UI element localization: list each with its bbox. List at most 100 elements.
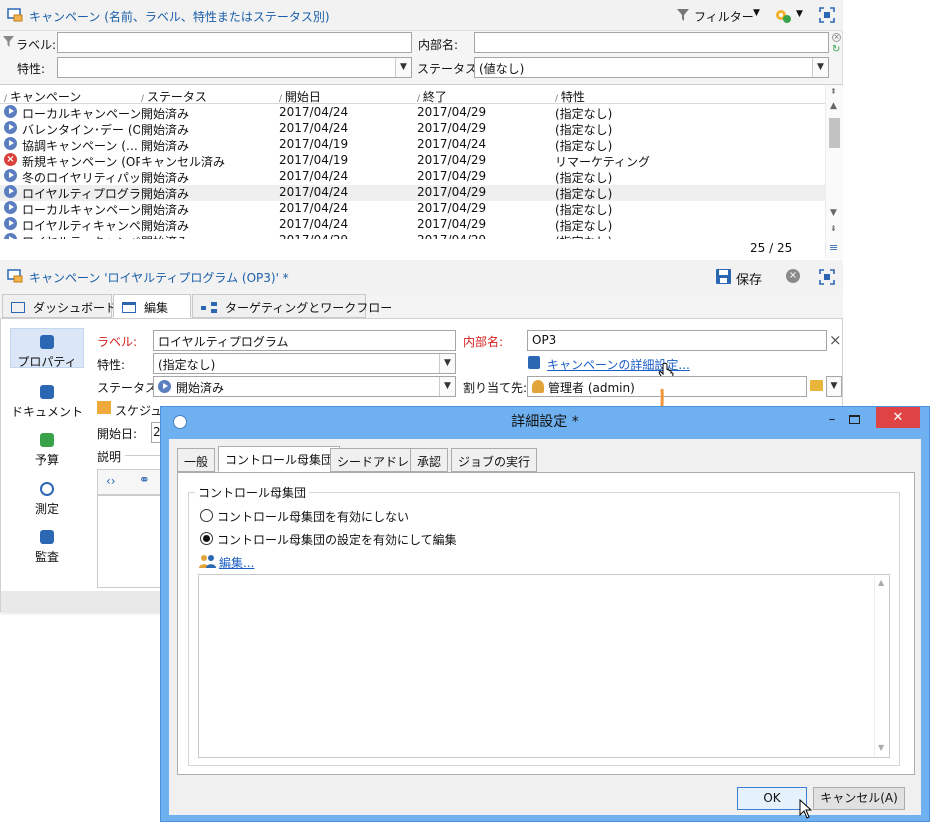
textarea-scrollbar[interactable]: ▲ ▼: [874, 575, 889, 757]
maximize-icon[interactable]: [819, 7, 835, 23]
filter-icon[interactable]: [677, 9, 689, 21]
radio-enable[interactable]: [200, 532, 213, 545]
tab-edit[interactable]: 編集: [113, 294, 191, 318]
cancel-button[interactable]: キャンセル(A): [813, 787, 905, 810]
table-row[interactable]: ロイヤルティプログラム …開始済み 2017/04/24 2017/04/29 (指定…: [0, 185, 825, 201]
dialog-tab-general[interactable]: 一般: [177, 448, 216, 472]
assigned-dropdown[interactable]: ▼: [826, 376, 842, 397]
maximize-icon[interactable]: [819, 269, 835, 285]
user-icon: [532, 380, 544, 393]
cell-nature: (指定なし): [555, 203, 613, 217]
minimize-icon[interactable]: –: [821, 407, 843, 437]
ok-button[interactable]: OK: [737, 787, 807, 810]
clipboard-icon: [528, 356, 540, 369]
table-row[interactable]: × 新規キャンペーン (OP…キャンセル済み 2017/04/19 2017/04/2…: [0, 153, 825, 169]
clear-icon[interactable]: ×: [832, 33, 841, 42]
filter-button[interactable]: フィルター: [694, 8, 754, 25]
campaign-grid: キャンペーン ステータス 開始日 終了 特性 ローカルキャンペーン (…開始済み…: [0, 84, 843, 259]
refresh-icon[interactable]: ↻: [832, 44, 840, 55]
dialog-tab-panel: コントロール母集団 コントロール母集団を有効にしない コントロール母集団の設定を…: [177, 472, 915, 775]
description-label: 説明: [97, 450, 122, 464]
cell-status: 開始済み: [141, 219, 190, 233]
nature-label: 特性:: [97, 358, 126, 372]
radio-disable[interactable]: [200, 509, 213, 522]
scroll-up-icon[interactable]: ▲: [878, 578, 884, 587]
col-start[interactable]: 開始日: [279, 88, 321, 105]
cell-start: 2017/04/24: [279, 185, 349, 199]
play-icon: [4, 137, 17, 150]
status-select[interactable]: (値なし) ▼: [474, 57, 829, 78]
label-input[interactable]: ロイヤルティプログラム: [153, 330, 456, 351]
cell-end: 2017/04/29: [417, 121, 487, 135]
window-maximize-icon[interactable]: [849, 415, 860, 424]
option-disable-label[interactable]: コントロール母集団を有効にしない: [217, 508, 409, 525]
calendar-icon: [97, 401, 111, 414]
col-status[interactable]: ステータス: [141, 88, 207, 105]
cell-campaign: バレンタイン･デー (OP…: [22, 123, 140, 137]
chevron-down-icon: ▼: [812, 58, 828, 77]
table-row[interactable]: 協調キャンペーン (… 開始済み 2017/04/19 2017/04/24 (指定なし…: [0, 137, 825, 153]
play-icon: [4, 233, 17, 239]
cell-nature: (指定なし): [555, 171, 613, 185]
list-menu-icon[interactable]: ≡: [829, 241, 838, 254]
nature-select[interactable]: ▼: [57, 57, 412, 78]
table-row[interactable]: バレンタイン･デー (OP…開始済み 2017/04/24 2017/04/29 (指…: [0, 121, 825, 137]
table-row[interactable]: 冬のロイヤリティパック …開始済み 2017/04/24 2017/04/29 (指定…: [0, 169, 825, 185]
dialog-title: 詳細設定 *: [511, 414, 579, 430]
play-icon: [158, 380, 171, 393]
sidebar-item-documents[interactable]: ドキュメント: [10, 385, 84, 420]
scroll-top-icon[interactable]: ⇞: [830, 87, 837, 96]
col-campaign[interactable]: キャンペーン: [4, 88, 81, 105]
dialog-tab-control-group[interactable]: コントロール母集団: [218, 446, 341, 472]
table-row[interactable]: ローカルキャンペーン (…開始済み 2017/04/24 2017/04/29 (指定…: [0, 201, 825, 217]
nature-select[interactable]: (指定なし) ▼: [153, 353, 456, 374]
cell-campaign: 新規キャンペーン (OP…: [22, 155, 140, 169]
close-icon[interactable]: ×: [786, 269, 800, 283]
internal-name-input[interactable]: [474, 32, 829, 53]
dialog-tab-job-execution[interactable]: ジョブの実行: [451, 448, 538, 472]
dialog-tab-approval[interactable]: 承認: [410, 448, 449, 472]
cell-status: 開始済み: [141, 233, 276, 239]
document-icon: [40, 385, 54, 399]
clear-icon[interactable]: ×: [829, 331, 842, 349]
sidebar-item-properties[interactable]: プロパティ: [10, 328, 84, 369]
dialog-titlebar: 詳細設定 * – ✕: [161, 407, 929, 437]
table-row[interactable]: ロイヤルティキャンペー…開始済み 2017/04/24 2017/04/29 (指定な…: [0, 217, 825, 233]
grid-scrollbar[interactable]: ⇞ ▲ ▼ ⇟ ≡: [825, 85, 843, 259]
table-row[interactable]: ロイヤルティキャンペー…開始済み2017/04/292017/04/29(指定な…: [0, 233, 825, 239]
sidebar-item-audit[interactable]: 監査: [10, 530, 84, 565]
gear-icon[interactable]: [773, 7, 791, 23]
edit-control-group-link[interactable]: 編集...: [219, 554, 254, 571]
sidebar-item-budget[interactable]: 予算: [10, 433, 84, 468]
save-icon[interactable]: [716, 269, 731, 284]
scroll-up-icon[interactable]: ▲: [830, 101, 837, 111]
scroll-thumb[interactable]: [829, 118, 840, 148]
source-code-icon[interactable]: ‹›: [106, 474, 116, 488]
table-row[interactable]: ローカルキャンペーン (…開始済み 2017/04/24 2017/04/29 (指定…: [0, 105, 825, 121]
tab-targeting-workflow[interactable]: ターゲティングとワークフロー: [192, 294, 392, 318]
save-button[interactable]: 保存: [736, 269, 762, 288]
internal-name-label: 内部名:: [418, 38, 459, 52]
control-group-textarea[interactable]: ▲ ▼: [198, 574, 890, 758]
status-select[interactable]: 開始済み ▼: [153, 376, 456, 397]
gear-dropdown-icon[interactable]: ▼: [796, 9, 803, 19]
label-input[interactable]: [57, 32, 412, 53]
binoculars-icon[interactable]: ⚭: [139, 473, 150, 488]
close-icon[interactable]: ✕: [876, 407, 920, 428]
cell-end: 2017/04/29: [417, 201, 487, 215]
description-toolbar: ‹› ⚭: [97, 469, 165, 495]
description-editor[interactable]: [97, 495, 165, 588]
filter-dropdown-icon[interactable]: ▼: [753, 8, 760, 18]
col-nature[interactable]: 特性: [555, 88, 585, 105]
internal-name-input[interactable]: OP3: [527, 330, 827, 351]
tab-dashboard[interactable]: ダッシュボード: [2, 294, 117, 318]
col-end[interactable]: 終了: [417, 88, 447, 105]
label-filter-icon: [3, 36, 14, 47]
folder-icon[interactable]: [810, 380, 823, 391]
sidebar-item-measure[interactable]: 測定: [10, 482, 84, 517]
label-field-label: ラベル:: [16, 38, 57, 52]
option-enable-label[interactable]: コントロール母集団の設定を有効にして編集: [217, 531, 457, 548]
scroll-bottom-icon[interactable]: ⇟: [830, 224, 837, 233]
scroll-down-icon[interactable]: ▼: [830, 208, 837, 218]
scroll-down-icon[interactable]: ▼: [878, 743, 884, 752]
